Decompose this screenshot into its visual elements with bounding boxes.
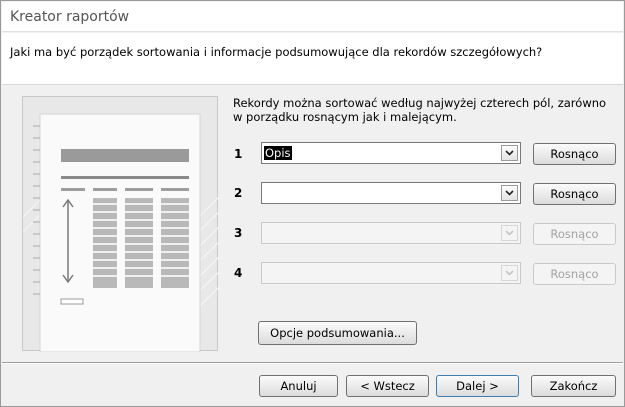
header-panel: Jaki ma być porządek sortowania i inform…: [2, 33, 623, 85]
sort-field-4-combobox[interactable]: [261, 262, 521, 284]
report-preview-illustration: [22, 96, 220, 353]
sort-row-2-number: 2: [234, 186, 243, 200]
wizard-question: Jaki ma być porządek sortowania i inform…: [10, 45, 543, 59]
chevron-down-icon[interactable]: [501, 265, 518, 281]
sort-row-1-number: 1: [234, 147, 243, 161]
footer-divider: [2, 362, 623, 364]
cancel-button[interactable]: Anuluj: [259, 375, 338, 397]
report-preview-graphic: [22, 113, 220, 353]
chevron-down-icon[interactable]: [501, 145, 518, 161]
sort-field-1-combobox[interactable]: Opis: [261, 142, 521, 164]
sort-field-2-combobox[interactable]: [261, 182, 521, 204]
sort-order-1-button[interactable]: Rosnąco: [533, 143, 616, 165]
instruction-text: Rekordy można sortować według najwyżej c…: [233, 96, 607, 124]
sort-order-4-button[interactable]: Rosnąco: [533, 263, 616, 285]
sort-order-3-button[interactable]: Rosnąco: [533, 223, 616, 245]
sort-row-3-number: 3: [234, 226, 243, 240]
summary-options-button[interactable]: Opcje podsumowania...: [258, 321, 417, 345]
sort-row-4-number: 4: [234, 266, 243, 280]
sort-order-2-button[interactable]: Rosnąco: [533, 183, 616, 205]
window-title: Kreator raportów: [2, 2, 623, 32]
chevron-down-icon[interactable]: [501, 225, 518, 241]
report-wizard-dialog: Kreator raportów Jaki ma być porządek so…: [0, 0, 625, 407]
finish-button[interactable]: Zakończ: [531, 375, 616, 397]
sort-field-1-value: Opis: [264, 146, 292, 160]
back-button[interactable]: < Wstecz: [346, 375, 429, 397]
next-button[interactable]: Dalej >: [436, 375, 519, 397]
chevron-down-icon[interactable]: [501, 185, 518, 201]
sort-field-3-combobox[interactable]: [261, 222, 521, 244]
